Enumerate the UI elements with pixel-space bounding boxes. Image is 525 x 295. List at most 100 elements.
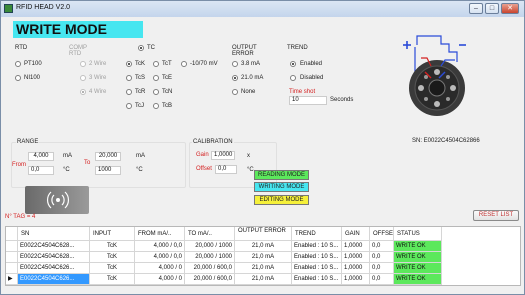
table-cell-to[interactable]: 20,000 / 1000: [185, 241, 235, 252]
offset-input[interactable]: 0,0: [215, 165, 237, 174]
tcb-radio[interactable]: [153, 103, 159, 109]
rfid-reader-image: [25, 186, 89, 214]
row-header[interactable]: [6, 241, 18, 252]
close-button[interactable]: ✕: [501, 3, 519, 14]
table-cell-sn[interactable]: E0022C4504C628...: [18, 252, 90, 263]
tcr-radio[interactable]: [126, 89, 132, 95]
maximize-button[interactable]: □: [485, 3, 499, 14]
app-window: RFID HEAD V2.0 – □ ✕ WRITE MODE RTD PT10…: [0, 0, 525, 295]
table-cell-gain[interactable]: 1,0000: [342, 252, 370, 263]
tag-table: SN INPUT FROM mA/.. TO mA/.. OUTPUT ERRO…: [5, 226, 521, 286]
table-cell-status[interactable]: WRITE OK: [394, 252, 442, 263]
column-header-to[interactable]: TO mA/..: [185, 227, 235, 241]
time-shot-input[interactable]: 10: [289, 96, 327, 105]
table-cell-input[interactable]: TcK: [90, 263, 135, 274]
sensor-diagram: [403, 35, 466, 116]
to-ma-input[interactable]: 20,000: [95, 152, 121, 161]
writing-mode-button[interactable]: WRITING MODE: [254, 182, 309, 192]
ni100-label: NI100: [24, 75, 41, 81]
tcj-radio[interactable]: [126, 103, 132, 109]
table-cell-to[interactable]: 20,000 / 600,0: [185, 274, 235, 285]
table-cell-sn[interactable]: E0022C4504C626...: [18, 274, 90, 285]
minimize-button[interactable]: –: [469, 3, 483, 14]
column-header-trend[interactable]: TREND: [292, 227, 342, 241]
tcb-label: TcB: [162, 103, 173, 109]
gain-input[interactable]: 1,0000: [211, 151, 235, 160]
row-header[interactable]: [6, 263, 18, 274]
column-header-offset[interactable]: OFFSET: [370, 227, 394, 241]
tck-radio[interactable]: [126, 61, 132, 67]
column-header-output-error[interactable]: OUTPUT ERROR: [235, 227, 292, 241]
table-cell-status[interactable]: WRITE OK: [394, 241, 442, 252]
trend-enabled-radio[interactable]: [290, 61, 296, 67]
table-cell-gain[interactable]: 1,0000: [342, 274, 370, 285]
tc-radio[interactable]: [138, 45, 144, 51]
2-wire-label: 2 Wire: [89, 61, 107, 67]
table-cell-to[interactable]: 20,000 / 600,0: [185, 263, 235, 274]
tcn-radio[interactable]: [153, 89, 159, 95]
table-cell-input[interactable]: TcK: [90, 241, 135, 252]
row-selector-arrow-icon[interactable]: ▶: [6, 274, 18, 285]
tce-radio[interactable]: [153, 75, 159, 81]
table-cell-from[interactable]: 4,000 / 0,0: [135, 241, 185, 252]
table-cell-output-error[interactable]: 21,0 mA: [235, 241, 292, 252]
table-cell-gain[interactable]: 1,0000: [342, 241, 370, 252]
range-group: [11, 142, 186, 188]
table-cell-status[interactable]: WRITE OK: [394, 274, 442, 285]
table-cell-trend[interactable]: Enabled : 10 S...: [292, 252, 342, 263]
3-wire-radio[interactable]: [80, 75, 86, 81]
ni100-radio[interactable]: [15, 75, 21, 81]
from-label: From: [12, 162, 26, 168]
table-cell-offset[interactable]: 0,0: [370, 263, 394, 274]
table-cell-input[interactable]: TcK: [90, 274, 135, 285]
sensor-serial: SN: E0022C4504C62866: [412, 138, 480, 144]
pt100-radio[interactable]: [15, 61, 21, 67]
table-cell-to[interactable]: 20,000 / 1000: [185, 252, 235, 263]
tcs-radio[interactable]: [126, 75, 132, 81]
table-cell-output-error[interactable]: 21,0 mA: [235, 263, 292, 274]
table-cell-offset[interactable]: 0,0: [370, 252, 394, 263]
reading-mode-button[interactable]: READING MODE: [254, 170, 309, 180]
from-ma-input[interactable]: 4,000: [28, 152, 54, 161]
column-header-from[interactable]: FROM mA/..: [135, 227, 185, 241]
table-cell-offset[interactable]: 0,0: [370, 241, 394, 252]
to-c-input[interactable]: 1000: [95, 166, 121, 175]
table-cell-from[interactable]: 4,000 / 0: [135, 274, 185, 285]
tct-radio[interactable]: [153, 61, 159, 67]
table-cell-sn[interactable]: E0022C4504C628...: [18, 241, 90, 252]
table-cell-input[interactable]: TcK: [90, 252, 135, 263]
trend-disabled-label: Disabled: [300, 75, 324, 81]
table-cell-trend[interactable]: Enabled : 10 S...: [292, 241, 342, 252]
none-radio[interactable]: [232, 89, 238, 95]
table-cell-trend[interactable]: Enabled : 10 S...: [292, 263, 342, 274]
tcn-label: TcN: [162, 89, 173, 95]
2-wire-radio[interactable]: [80, 61, 86, 67]
table-cell-trend[interactable]: Enabled : 10 S...: [292, 274, 342, 285]
column-header-gain[interactable]: GAIN: [342, 227, 370, 241]
from-c-input[interactable]: 0,0: [28, 166, 54, 175]
row-header[interactable]: [6, 252, 18, 263]
column-header-sn[interactable]: SN: [18, 227, 90, 241]
trend-disabled-radio[interactable]: [290, 75, 296, 81]
3-8ma-radio[interactable]: [232, 61, 238, 67]
trend-enabled-label: Enabled: [300, 61, 323, 67]
reset-list-button[interactable]: RESET LIST: [473, 210, 519, 221]
tc-label: TC: [147, 45, 155, 51]
table-cell-gain[interactable]: 1,0000: [342, 263, 370, 274]
table-cell-offset[interactable]: 0,0: [370, 274, 394, 285]
table-cell-sn[interactable]: E0022C4504C626...: [18, 263, 90, 274]
table-cell-from[interactable]: 4,000 / 0,0: [135, 252, 185, 263]
table-cell-from[interactable]: 4,000 / 0: [135, 263, 185, 274]
4-wire-radio[interactable]: [80, 89, 86, 95]
table-cell-output-error[interactable]: 21,0 mA: [235, 252, 292, 263]
table-cell-output-error[interactable]: 21,0 mA: [235, 274, 292, 285]
mv-radio[interactable]: [181, 61, 187, 67]
21ma-radio[interactable]: [232, 75, 238, 81]
column-header-input[interactable]: INPUT: [90, 227, 135, 241]
table-cell-status[interactable]: WRITE OK: [394, 263, 442, 274]
editing-mode-button[interactable]: EDITING MODE: [254, 195, 309, 205]
app-icon: [4, 4, 13, 13]
output-error-label: OUTPUT ERROR: [232, 45, 257, 57]
range-label: RANGE: [16, 139, 40, 145]
column-header-status[interactable]: STATUS: [394, 227, 442, 241]
